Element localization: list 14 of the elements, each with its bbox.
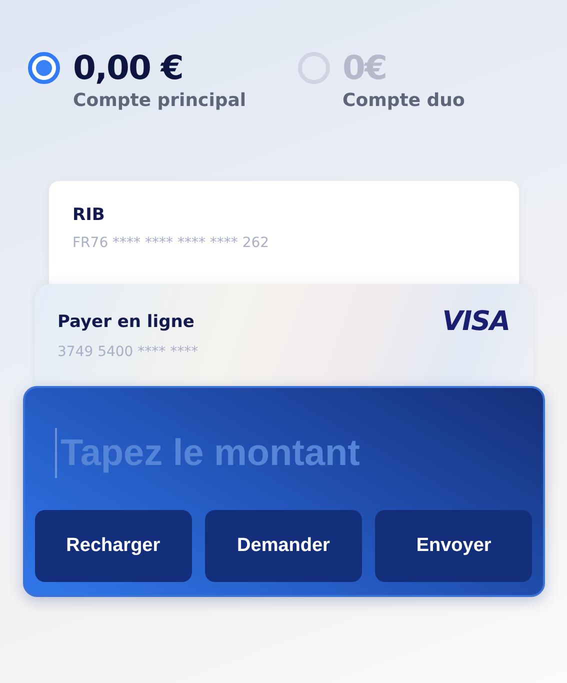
card-brand-logo: VISA xyxy=(442,308,510,336)
action-button[interactable]: Demander xyxy=(204,510,362,582)
account-name: Compte principal xyxy=(73,90,246,111)
card-title: Payer en ligne xyxy=(58,312,194,332)
account-name: Compte duo xyxy=(342,90,465,111)
card-number: 3749 5400 **** **** xyxy=(58,344,200,360)
account-balance: 0,00 € xyxy=(73,50,184,86)
action-button[interactable]: Recharger xyxy=(34,510,192,582)
rib-card[interactable]: RIB FR76 **** **** **** **** 262 xyxy=(48,181,518,284)
card-number: FR76 **** **** **** **** 262 xyxy=(72,235,270,251)
card-title: RIB xyxy=(72,205,105,225)
payment-card[interactable]: Payer en ligne VISA 3749 5400 **** **** xyxy=(34,284,532,386)
action-button[interactable]: Envoyer xyxy=(375,510,532,582)
radio-button[interactable] xyxy=(28,52,60,84)
